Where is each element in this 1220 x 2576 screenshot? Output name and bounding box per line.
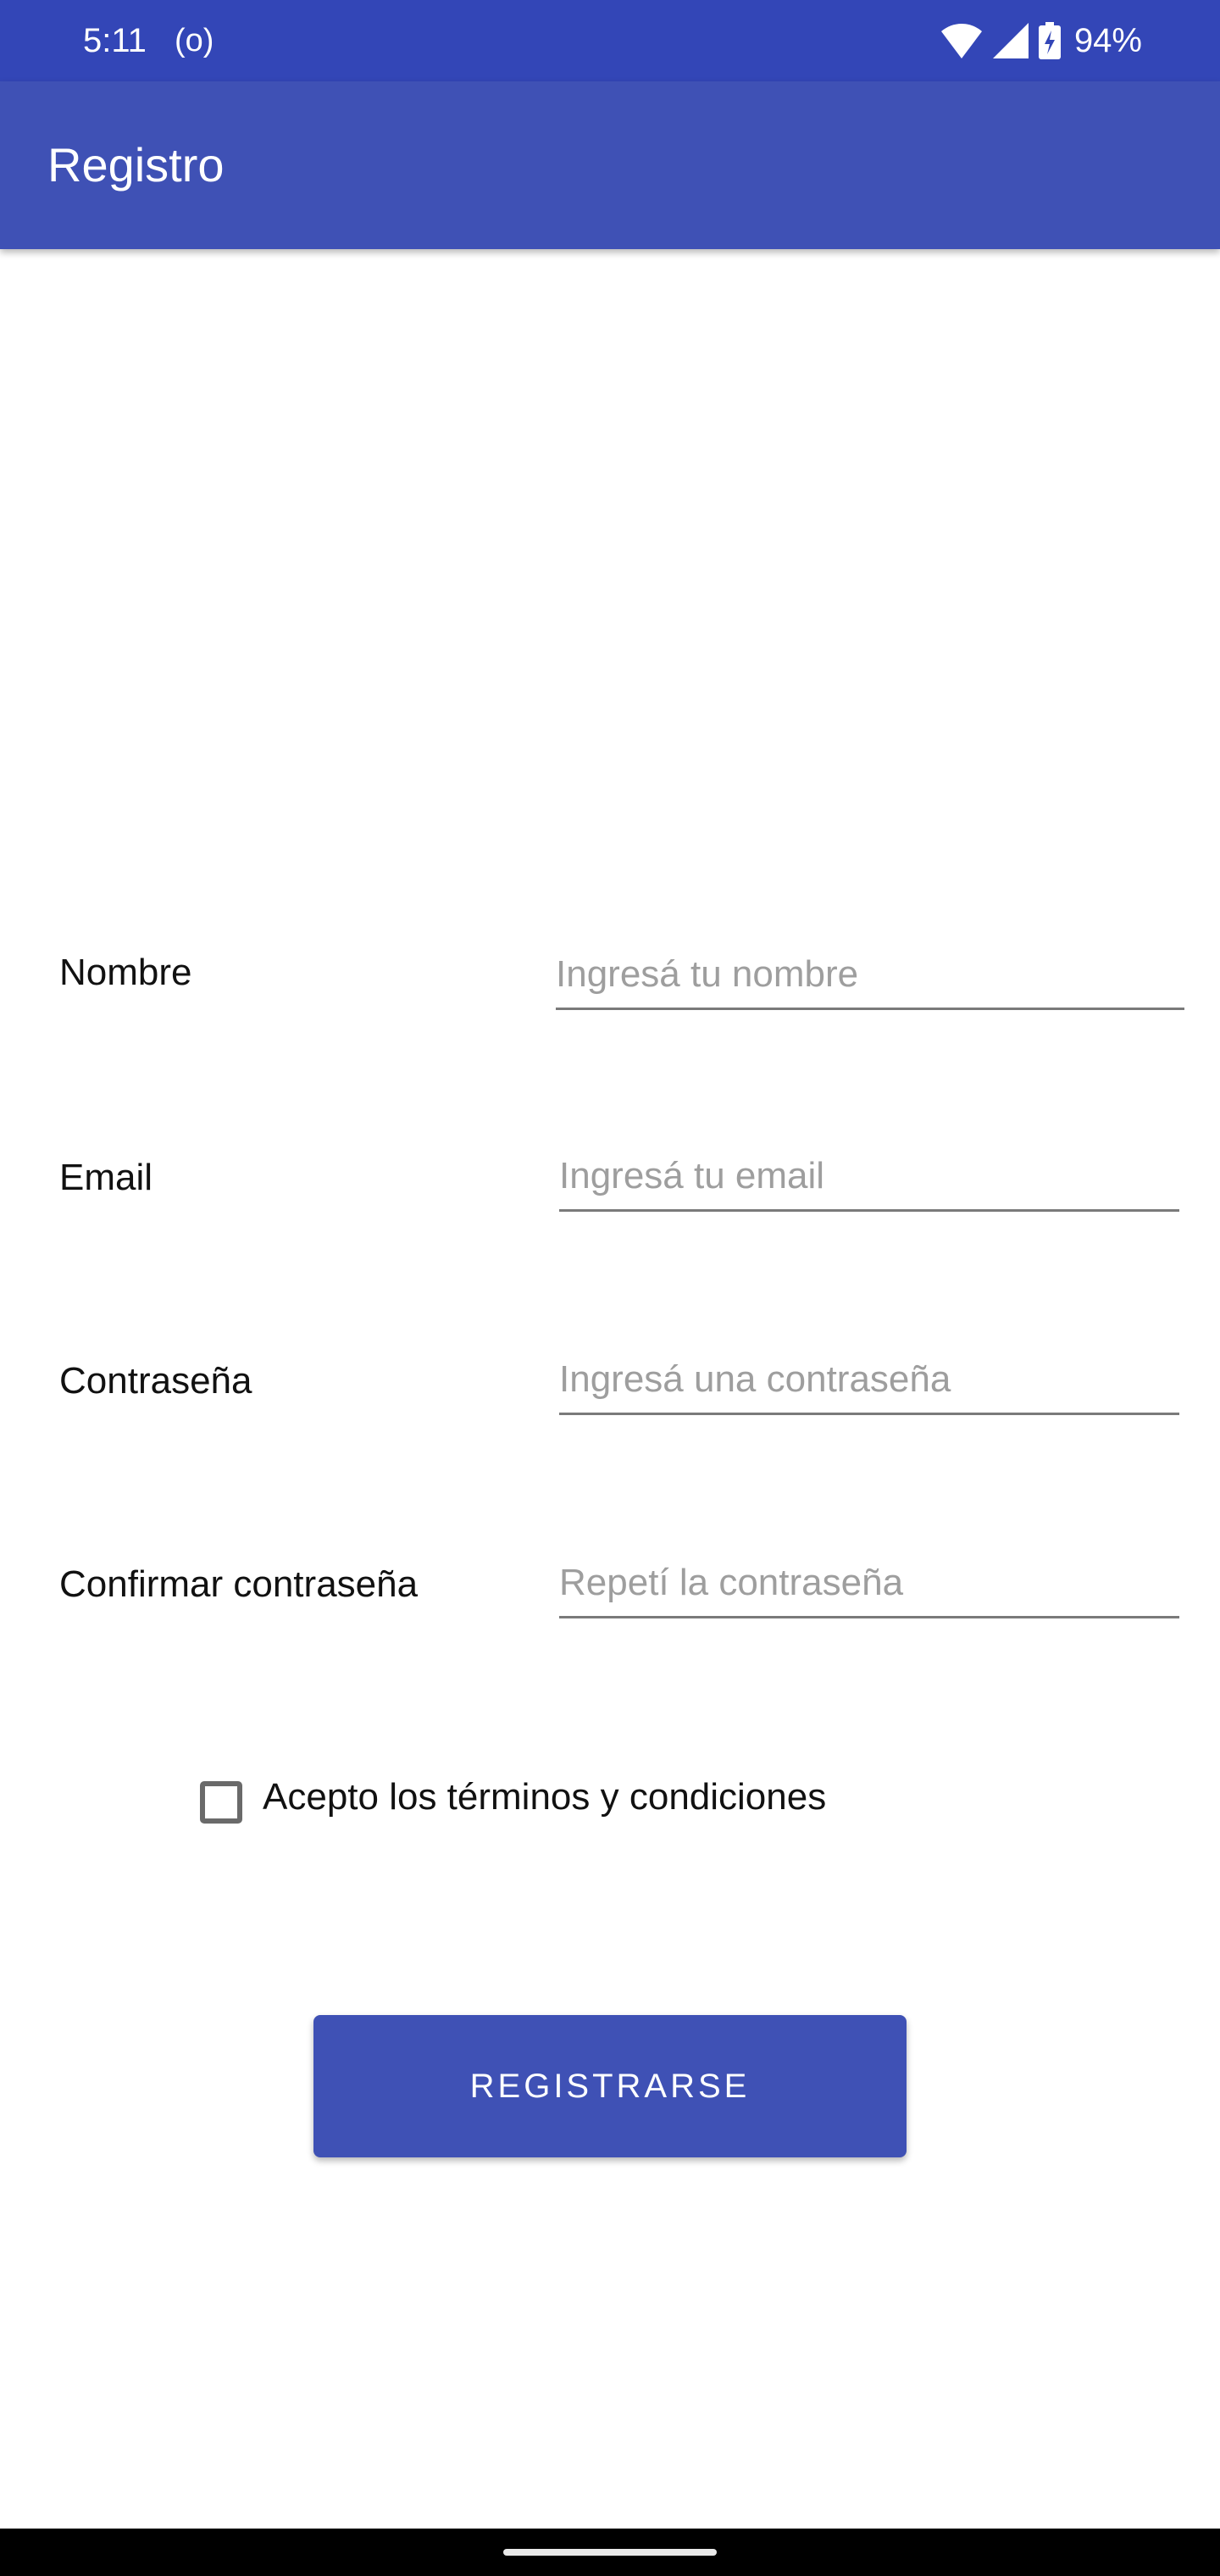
password-placeholder: Ingresá una contraseña: [559, 1358, 951, 1400]
app-bar: Registro: [0, 81, 1220, 249]
terms-label[interactable]: Acepto los términos y condiciones: [263, 1775, 826, 1819]
battery-charging-icon: [1038, 22, 1061, 59]
page-title: Registro: [47, 138, 225, 192]
password-input[interactable]: Ingresá una contraseña: [559, 1354, 1179, 1415]
register-button[interactable]: REGISTRARSE: [313, 2015, 907, 2157]
confirm-password-placeholder: Repetí la contraseña: [559, 1562, 904, 1603]
email-placeholder: Ingresá tu email: [559, 1155, 825, 1196]
status-bar: 5:11 (o) 94%: [0, 0, 1220, 81]
radio-indicator: (o): [175, 23, 214, 58]
name-placeholder: Ingresá tu nombre: [556, 953, 859, 995]
navigation-bar: [0, 2529, 1220, 2576]
cellular-signal-icon: [991, 23, 1030, 58]
terms-checkbox-row[interactable]: Acepto los términos y condiciones: [200, 1771, 826, 1824]
terms-checkbox[interactable]: [200, 1781, 242, 1824]
status-icons: 94%: [940, 20, 1142, 61]
status-time: 5:11: [83, 22, 147, 59]
name-input[interactable]: Ingresá tu nombre: [556, 949, 1184, 1010]
email-input[interactable]: Ingresá tu email: [559, 1151, 1179, 1212]
home-indicator[interactable]: [503, 2549, 717, 2556]
battery-percent: 94%: [1073, 22, 1142, 59]
password-label: Contraseña: [59, 1360, 252, 1402]
confirm-password-input[interactable]: Repetí la contraseña: [559, 1557, 1179, 1618]
name-label: Nombre: [59, 952, 192, 993]
wifi-icon: [940, 23, 983, 58]
email-label: Email: [59, 1157, 153, 1198]
confirm-password-label: Confirmar contraseña: [59, 1563, 419, 1605]
